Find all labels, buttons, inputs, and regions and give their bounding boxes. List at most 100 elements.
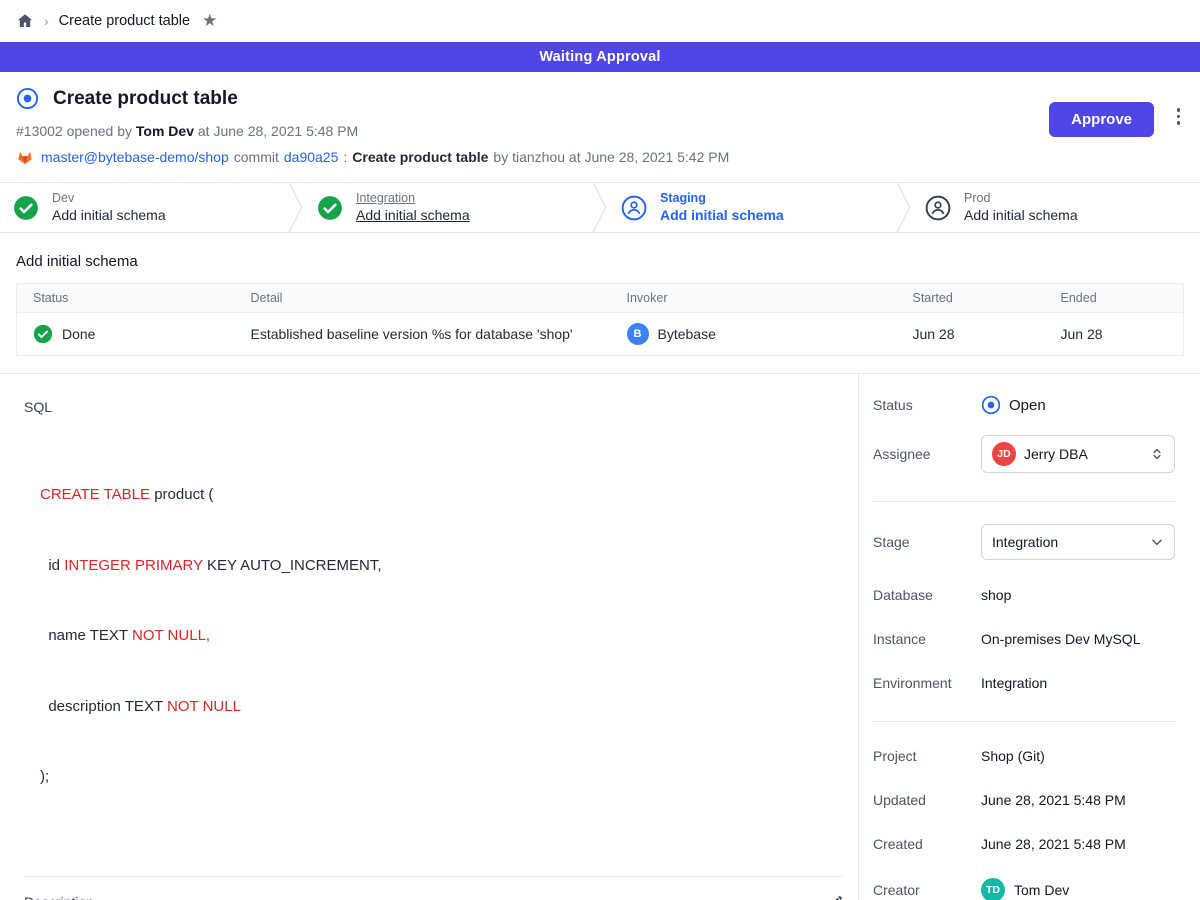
check-circle-icon — [317, 195, 343, 221]
stage-row: Stage Integration — [873, 524, 1176, 560]
database-label: Database — [873, 587, 981, 603]
stage-env-label: Integration — [356, 190, 470, 207]
check-circle-icon — [33, 324, 53, 344]
col-ended: Ended — [1045, 284, 1184, 313]
issue-id-text: #13002 opened by — [16, 123, 132, 139]
person-circle-icon — [621, 195, 647, 221]
environment-row: Environment Integration — [873, 675, 1176, 691]
divider — [873, 501, 1176, 502]
creator-label: Creator — [873, 882, 981, 898]
more-actions-icon[interactable] — [1177, 108, 1181, 125]
task-detail: Established baseline version %s for data… — [235, 313, 611, 356]
creator-row: Creator TD Tom Dev — [873, 878, 1176, 900]
issue-opened-at: at June 28, 2021 5:48 PM — [198, 123, 358, 139]
assignee-label: Assignee — [873, 446, 981, 462]
creator-value: Tom Dev — [1014, 882, 1069, 898]
created-row: Created June 28, 2021 5:48 PM — [873, 836, 1176, 852]
database-value[interactable]: shop — [981, 587, 1011, 603]
assignee-value: Jerry DBA — [1024, 446, 1142, 462]
updated-label: Updated — [873, 792, 981, 808]
instance-row: Instance On-premises Dev MySQL — [873, 631, 1176, 647]
open-status-icon — [981, 395, 1001, 415]
vcs-commit-line: master@bytebase-demo/shop commit da90a25… — [16, 148, 1184, 166]
task-invoker: Bytebase — [658, 326, 716, 342]
issue-meta: #13002 opened by Tom Dev at June 28, 202… — [16, 123, 1184, 139]
pipeline-stage-dev[interactable]: Dev Add initial schema — [0, 183, 288, 232]
col-status: Status — [17, 284, 235, 313]
sql-line: name TEXT NOT NULL, — [40, 624, 844, 648]
task-started: Jun 28 — [897, 313, 1045, 356]
status-label: Status — [873, 397, 981, 413]
issue-open-icon — [16, 87, 39, 110]
stage-task-label: Add initial schema — [964, 206, 1078, 225]
task-status: Done — [62, 326, 95, 342]
stage-task-label: Add initial schema — [660, 206, 784, 225]
breadcrumb-current[interactable]: Create product table — [59, 13, 190, 29]
chevron-updown-icon — [1150, 447, 1164, 461]
page-title: Create product table — [53, 88, 238, 110]
breadcrumb: › Create product table ★ — [0, 0, 1200, 42]
pipeline-stages: Dev Add initial schema Integration Add i… — [0, 182, 1200, 233]
status-banner-text: Waiting Approval — [539, 49, 660, 65]
table-row[interactable]: Done Established baseline version %s for… — [17, 313, 1184, 356]
approve-button[interactable]: Approve — [1049, 102, 1154, 137]
task-ended: Jun 28 — [1045, 313, 1184, 356]
stage-select[interactable]: Integration — [981, 524, 1175, 560]
task-heading: Add initial schema — [16, 253, 1184, 270]
stage-value: Integration — [992, 534, 1142, 550]
col-started: Started — [897, 284, 1045, 313]
sql-line: ); — [40, 765, 844, 789]
col-invoker: Invoker — [611, 284, 897, 313]
stage-separator-icon — [896, 183, 912, 232]
issue-author: Tom Dev — [136, 123, 194, 139]
instance-value[interactable]: On-premises Dev MySQL — [981, 631, 1140, 647]
status-row: Status Open — [873, 395, 1176, 415]
assignee-select[interactable]: JD Jerry DBA — [981, 435, 1175, 473]
home-icon[interactable] — [16, 12, 34, 30]
created-label: Created — [873, 836, 981, 852]
breadcrumb-separator-icon: › — [44, 13, 49, 29]
pipeline-stage-integration[interactable]: Integration Add initial schema — [304, 183, 592, 232]
project-row: Project Shop (Git) — [873, 748, 1176, 764]
chevron-down-icon — [1150, 535, 1164, 549]
branch-link[interactable]: master@bytebase-demo/shop — [41, 149, 229, 165]
avatar: JD — [992, 442, 1016, 466]
commit-author-time: by tianzhou at June 28, 2021 5:42 PM — [493, 149, 729, 165]
stage-separator-icon — [288, 183, 304, 232]
sql-line: CREATE TABLE product ( — [40, 483, 844, 507]
project-label: Project — [873, 748, 981, 764]
stage-env-label: Prod — [964, 190, 1078, 207]
sql-line: id INTEGER PRIMARY KEY AUTO_INCREMENT, — [40, 554, 844, 578]
colon: : — [343, 149, 347, 165]
stage-task-label: Add initial schema — [356, 206, 470, 225]
project-value[interactable]: Shop (Git) — [981, 748, 1045, 764]
issue-main-column: SQL CREATE TABLE product ( id INTEGER PR… — [0, 374, 858, 900]
assignee-row: Assignee JD Jerry DBA — [873, 435, 1176, 473]
divider — [873, 721, 1176, 722]
check-circle-icon — [13, 195, 39, 221]
star-icon[interactable]: ★ — [202, 11, 217, 31]
issue-sidebar: Status Open Assignee JD Jerry DBA Stage — [858, 374, 1200, 900]
stage-env-label: Staging — [660, 190, 784, 207]
task-section: Add initial schema Status Detail Invoker… — [0, 233, 1200, 356]
sql-line: description TEXT NOT NULL — [40, 695, 844, 719]
avatar: B — [627, 323, 649, 345]
issue-header: Create product table #13002 opened by To… — [0, 72, 1200, 182]
stage-label: Stage — [873, 534, 981, 550]
col-detail: Detail — [235, 284, 611, 313]
environment-value: Integration — [981, 675, 1047, 691]
pipeline-stage-staging[interactable]: Staging Add initial schema — [608, 183, 896, 232]
gitlab-icon — [16, 148, 34, 166]
stage-separator-icon — [592, 183, 608, 232]
pipeline-stage-prod[interactable]: Prod Add initial schema — [912, 183, 1200, 232]
commit-word: commit — [234, 149, 279, 165]
avatar: TD — [981, 878, 1005, 900]
database-row: Database shop — [873, 587, 1176, 603]
description-label: Description — [24, 894, 94, 900]
task-table: Status Detail Invoker Started Ended Done… — [16, 283, 1184, 356]
commit-sha-link[interactable]: da90a25 — [284, 149, 339, 165]
created-value: June 28, 2021 5:48 PM — [981, 836, 1126, 852]
commit-message: Create product table — [352, 149, 488, 165]
edit-pencil-icon[interactable] — [828, 894, 844, 900]
instance-label: Instance — [873, 631, 981, 647]
